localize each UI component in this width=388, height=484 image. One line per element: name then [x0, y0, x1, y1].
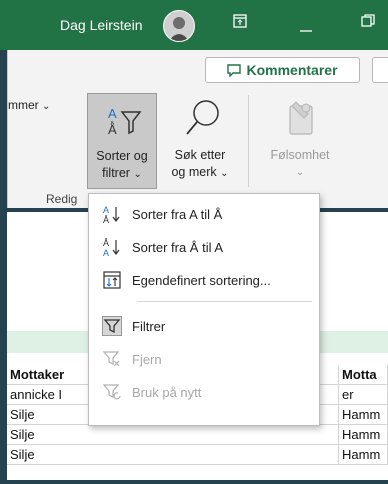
- menu-item-filter[interactable]: Filtrer: [89, 311, 319, 341]
- avatar[interactable]: [163, 10, 195, 42]
- find-select-label-2: og merk ⌄: [171, 165, 229, 179]
- find-select-button[interactable]: Søk etter og merk ⌄: [162, 96, 242, 186]
- filter-icon: [102, 316, 122, 336]
- comment-icon: [227, 63, 242, 77]
- svg-text:A: A: [103, 248, 109, 257]
- table-cell[interactable]: er: [339, 385, 388, 405]
- column-header-motta[interactable]: Motta: [339, 365, 388, 385]
- svg-text:Å: Å: [103, 215, 109, 224]
- restore-icon[interactable]: [356, 14, 380, 32]
- sort-filter-label-2: filtrer ⌄: [102, 166, 142, 180]
- sort-filter-button[interactable]: A Å Sorter og filtrer ⌄: [87, 93, 157, 189]
- menu-item-label: Bruk på nytt: [132, 384, 202, 400]
- editing-group-label: Redig: [46, 192, 78, 206]
- table-cell[interactable]: Hamm: [339, 405, 388, 425]
- sort-descending-icon: Å A: [102, 237, 122, 258]
- sensitivity-icon: [286, 98, 318, 141]
- svg-text:Å: Å: [103, 238, 109, 248]
- share-button[interactable]: [372, 57, 388, 83]
- find-select-label-1: Søk etter: [174, 148, 226, 162]
- table-cell[interactable]: Silje: [7, 445, 339, 465]
- comments-button[interactable]: Kommentarer: [205, 57, 360, 83]
- svg-text:A: A: [108, 106, 117, 121]
- sensitivity-label: Følsomhet: [270, 148, 330, 162]
- window-frame: [0, 480, 388, 484]
- title-bar: Dag Leirstein: [0, 0, 388, 50]
- sort-ascending-icon: A Å: [102, 204, 122, 225]
- ribbon-separator: [248, 95, 249, 187]
- user-name[interactable]: Dag Leirstein: [60, 17, 143, 33]
- menu-item-sort-descending[interactable]: Å A Sorter fra Å til A: [89, 232, 319, 262]
- sort-filter-icon: A Å: [106, 104, 142, 141]
- menu-item-label: Filtrer: [132, 318, 166, 334]
- svg-text:Å: Å: [108, 122, 117, 137]
- menu-item-label: Sorter fra Å til A: [132, 239, 224, 255]
- clear-filter-icon: [102, 349, 122, 369]
- magnifier-icon: [184, 98, 222, 141]
- menu-item-clear-filter[interactable]: Fjern: [89, 344, 319, 374]
- table-cell[interactable]: Hamm: [339, 445, 388, 465]
- table-cell[interactable]: Hamm: [339, 425, 388, 445]
- custom-sort-icon: [102, 270, 122, 290]
- sensitivity-button[interactable]: Følsomhet ⌄: [256, 96, 344, 186]
- menu-separator: [137, 301, 312, 302]
- svg-text:A: A: [103, 205, 109, 215]
- reapply-filter-icon: [102, 382, 122, 402]
- minimize-icon[interactable]: [294, 20, 318, 37]
- table-cell[interactable]: Silje: [7, 425, 339, 445]
- menu-item-custom-sort[interactable]: Egendefinert sortering...: [89, 265, 319, 295]
- menu-item-label: Sorter fra A til Å: [132, 206, 223, 222]
- menu-item-reapply[interactable]: Bruk på nytt: [89, 377, 319, 407]
- ribbon-partial-label[interactable]: mmer ⌄: [8, 98, 50, 112]
- menu-item-label: Egendefinert sortering...: [132, 272, 271, 288]
- ribbon-display-icon[interactable]: [228, 14, 252, 32]
- sort-filter-menu: A Å Sorter fra A til Å Å A Sorter fra Å …: [88, 193, 320, 426]
- sort-filter-label-1: Sorter og: [96, 149, 148, 163]
- menu-item-sort-ascending[interactable]: A Å Sorter fra A til Å: [89, 199, 319, 229]
- comments-label: Kommentarer: [246, 62, 338, 78]
- menu-item-label: Fjern: [132, 351, 162, 367]
